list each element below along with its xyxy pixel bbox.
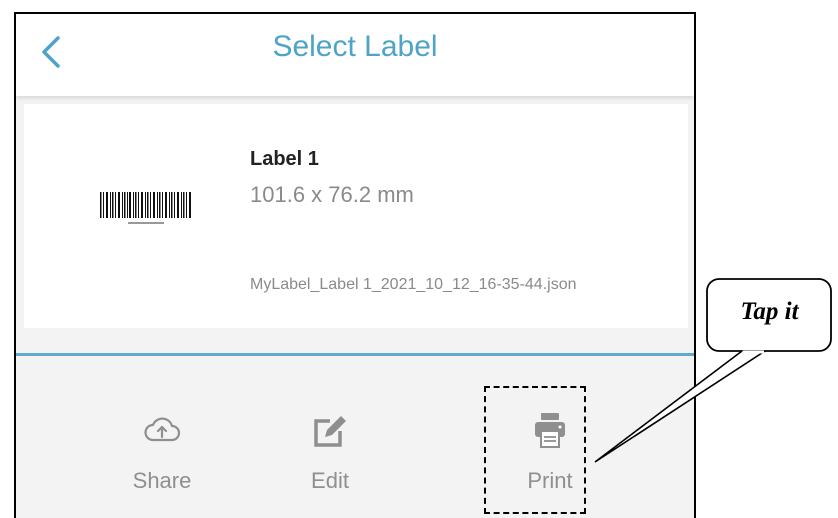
page-title: Select Label xyxy=(272,30,438,63)
action-bar: Share Edit Print xyxy=(16,356,694,518)
edit-button[interactable]: Edit xyxy=(270,410,390,518)
cloud-upload-icon xyxy=(144,417,181,442)
phone-screen: Select Label Label 1 101.6 x 76.2 mm MyL… xyxy=(14,12,696,518)
app-header: Select Label xyxy=(16,14,694,96)
share-label: Share xyxy=(132,468,192,493)
label-filename: MyLabel_Label 1_2021_10_12_16-35-44.json xyxy=(250,276,577,293)
edit-label: Edit xyxy=(311,468,349,493)
share-button[interactable]: Share xyxy=(102,410,222,518)
callout-text: Tap it xyxy=(740,298,799,325)
barcode-thumbnail xyxy=(100,192,191,224)
print-highlight-box xyxy=(484,386,586,514)
edit-icon xyxy=(314,416,346,447)
label-size: 101.6 x 76.2 mm xyxy=(250,182,414,207)
label-card[interactable]: Label 1 101.6 x 76.2 mm MyLabel_Label 1_… xyxy=(24,104,688,328)
label-name: Label 1 xyxy=(250,148,319,170)
